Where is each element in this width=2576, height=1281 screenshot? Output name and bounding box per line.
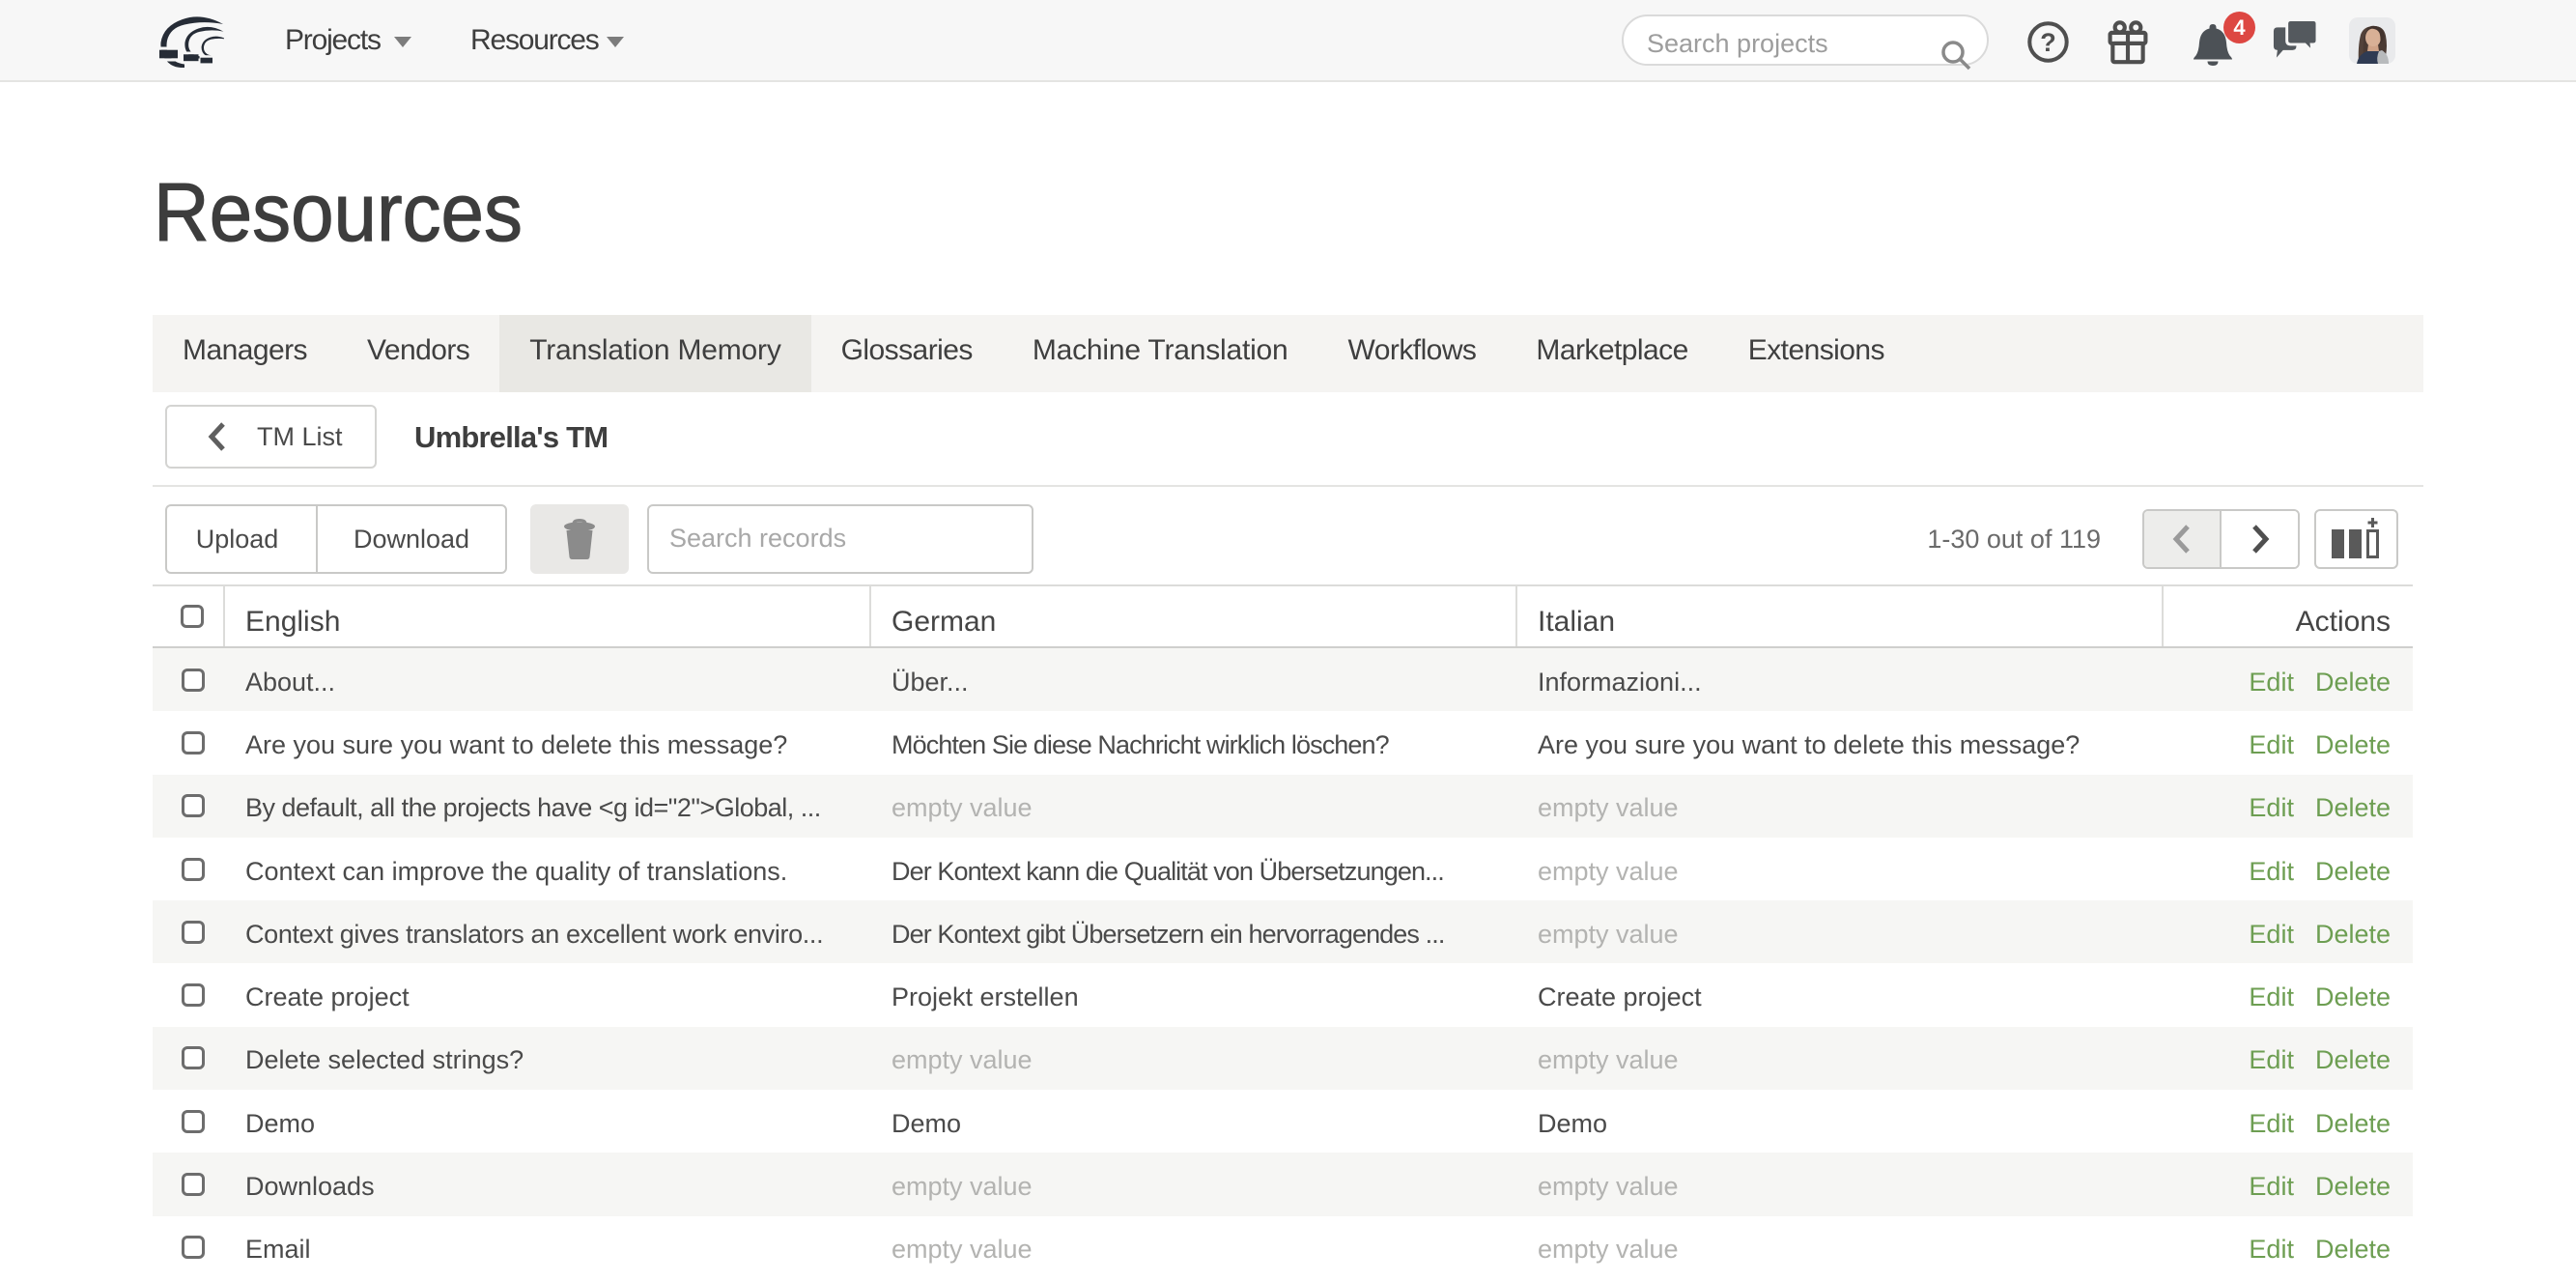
svg-text:?: ? [2040, 28, 2056, 57]
